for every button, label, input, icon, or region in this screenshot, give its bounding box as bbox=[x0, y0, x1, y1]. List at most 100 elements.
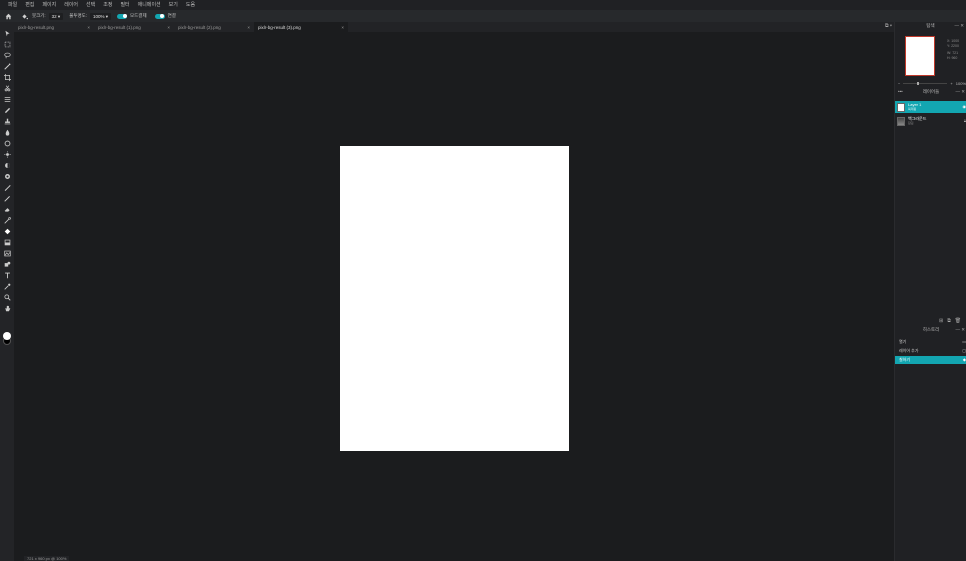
close-icon[interactable]: × bbox=[167, 25, 170, 30]
hand-tool-icon[interactable] bbox=[3, 304, 11, 312]
canvas-area[interactable]: 721 x 960 px @ 100% bbox=[14, 32, 894, 561]
y-label: Y: bbox=[947, 43, 951, 48]
link-toggle-label: 연결 bbox=[167, 13, 176, 18]
menu-filter[interactable]: 필터 bbox=[120, 0, 129, 10]
layer-thumbnail bbox=[897, 102, 905, 112]
status-bar: 721 x 960 px @ 100% bbox=[24, 556, 70, 561]
image-tool-icon[interactable] bbox=[3, 249, 11, 257]
layer-icon: ▢ bbox=[962, 348, 966, 353]
tool-bar bbox=[0, 22, 14, 561]
stamp-tool-icon[interactable] bbox=[3, 117, 11, 125]
eye-icon[interactable]: ◉ bbox=[963, 104, 966, 109]
layer-item-1[interactable]: Layer 1 복제됨 ◉ bbox=[895, 101, 966, 113]
tab-document-4[interactable]: pixlr-bg-result (3).png × bbox=[254, 22, 348, 32]
shape-tool-icon[interactable] bbox=[3, 260, 11, 268]
menu-help[interactable]: 도움 bbox=[186, 0, 195, 10]
w-label: W: bbox=[947, 51, 952, 55]
replace-color-tool-icon[interactable] bbox=[3, 216, 11, 224]
fill-tool-icon[interactable] bbox=[20, 12, 28, 20]
marquee-tool-icon[interactable] bbox=[3, 40, 11, 48]
menu-file[interactable]: 파일 bbox=[8, 0, 17, 10]
zoom-tool-icon[interactable] bbox=[3, 293, 11, 301]
blur-tool-icon[interactable] bbox=[3, 172, 11, 180]
menu-layer[interactable]: 레이어 bbox=[64, 0, 78, 10]
arrange-tool-icon[interactable] bbox=[3, 29, 11, 37]
history-label: 열기 bbox=[899, 339, 907, 344]
collapse-icon[interactable]: — ✕ bbox=[955, 326, 965, 334]
delete-layer-icon[interactable]: 🗑︎ bbox=[955, 318, 961, 324]
h-value: 960 bbox=[951, 55, 958, 60]
tab-label: pixlr-bg-result (2).png bbox=[178, 24, 221, 30]
brush-tool-icon[interactable] bbox=[3, 194, 11, 202]
navigator-thumbnail[interactable] bbox=[905, 36, 935, 76]
brush-size-select[interactable]: 32 ▾ bbox=[48, 12, 64, 20]
pen-tool-icon[interactable] bbox=[3, 183, 11, 191]
close-icon[interactable]: × bbox=[87, 25, 90, 30]
link-toggle[interactable] bbox=[154, 13, 165, 19]
more-options-icon[interactable]: ••• bbox=[898, 88, 903, 96]
menu-select[interactable]: 선택 bbox=[86, 0, 95, 10]
collapse-icon[interactable]: — ✕ bbox=[955, 88, 965, 96]
close-icon[interactable]: × bbox=[247, 25, 250, 30]
tab-label: pixlr-bg-result.png bbox=[18, 24, 55, 30]
history-item-2[interactable]: 레이어 추가 ▢ bbox=[895, 347, 966, 355]
tab-document-1[interactable]: pixlr-bg-result.png × bbox=[14, 22, 94, 32]
lasso-tool-icon[interactable] bbox=[3, 51, 11, 59]
opacity-label: 불투명도: bbox=[69, 13, 87, 18]
cutout-tool-icon[interactable] bbox=[3, 84, 11, 92]
arrange-windows-icon[interactable]: ⧉ ▾ bbox=[885, 23, 892, 29]
menu-page[interactable]: 페이지 bbox=[42, 0, 56, 10]
home-icon[interactable] bbox=[4, 12, 12, 20]
wand-tool-icon[interactable] bbox=[3, 62, 11, 70]
zoom-slider[interactable] bbox=[903, 81, 948, 85]
menu-animation[interactable]: 애니메이션 bbox=[138, 0, 161, 10]
zoom-value: 100% bbox=[955, 80, 966, 86]
tab-document-2[interactable]: pixlr-bg-result (1).png × bbox=[94, 22, 174, 32]
history-label: 레이어 추가 bbox=[899, 348, 919, 353]
dodge-tool-icon[interactable] bbox=[3, 161, 11, 169]
navigator-info: X: 1000 Y: 2200 W: 721 H: 960 bbox=[947, 39, 959, 60]
collapse-icon[interactable]: — ✕ bbox=[954, 22, 964, 30]
menu-view[interactable]: 보기 bbox=[169, 0, 178, 10]
tab-label: pixlr-bg-result (3).png bbox=[258, 24, 301, 30]
heal-tool-icon[interactable] bbox=[3, 106, 11, 114]
duplicate-layer-icon[interactable]: ⧉ bbox=[947, 318, 951, 324]
tab-label: pixlr-bg-result (1).png bbox=[98, 24, 141, 30]
document-canvas[interactable] bbox=[340, 146, 569, 451]
layers-header: ••• 레이어들 — ✕ bbox=[895, 88, 966, 96]
mode-toggle-label: 모드결제 bbox=[130, 13, 147, 18]
navigator-header: 탐색 — ✕ bbox=[895, 22, 966, 30]
eyedropper-tool-icon[interactable] bbox=[3, 282, 11, 290]
right-panel: 탐색 — ✕ X: 1000 Y: 2200 W: 721 H: 960 − +… bbox=[894, 22, 966, 561]
crop-tool-icon[interactable] bbox=[3, 73, 11, 81]
layer-item-2[interactable]: 백그라운드 잠김 🔒︎ bbox=[895, 115, 966, 127]
fill-tool-icon[interactable] bbox=[3, 227, 11, 235]
foreground-color-swatch[interactable] bbox=[3, 332, 11, 340]
liquify-tool-icon[interactable] bbox=[3, 95, 11, 103]
mode-toggle[interactable] bbox=[117, 13, 128, 19]
history-header: 히스토리 — ✕ bbox=[895, 326, 966, 334]
history-item-3[interactable]: 칠하기 ◆ bbox=[895, 356, 966, 364]
layer-actions: ⊞ ⧉ 🗑︎ bbox=[939, 318, 961, 324]
gradient-tool-icon[interactable] bbox=[3, 238, 11, 246]
zoom-out-button[interactable]: − bbox=[898, 81, 900, 86]
tab-document-3[interactable]: pixlr-bg-result (2).png × bbox=[174, 22, 254, 32]
y-value: 2200 bbox=[951, 43, 959, 48]
x-label: X: bbox=[947, 39, 951, 43]
menu-bar: 파일 편집 페이지 레이어 선택 조정 필터 애니메이션 보기 도움 bbox=[0, 0, 966, 10]
text-tool-icon[interactable] bbox=[3, 271, 11, 279]
zoom-in-button[interactable]: + bbox=[950, 81, 952, 86]
history-label: 칠하기 bbox=[899, 357, 911, 362]
opacity-select[interactable]: 100% ▾ bbox=[90, 12, 112, 20]
drop-tool-icon[interactable] bbox=[3, 128, 11, 136]
bloat-tool-icon[interactable] bbox=[3, 150, 11, 158]
close-icon[interactable]: × bbox=[341, 25, 344, 30]
history-item-1[interactable]: 열기 ▭ bbox=[895, 338, 966, 346]
history-title: 히스토리 bbox=[922, 327, 940, 332]
add-layer-icon[interactable]: ⊞ bbox=[939, 318, 943, 324]
menu-edit[interactable]: 편집 bbox=[25, 0, 34, 10]
h-label: H: bbox=[947, 55, 951, 60]
eraser-tool-icon[interactable] bbox=[3, 205, 11, 213]
sponge-tool-icon[interactable] bbox=[3, 139, 11, 147]
menu-adjust[interactable]: 조정 bbox=[103, 0, 112, 10]
